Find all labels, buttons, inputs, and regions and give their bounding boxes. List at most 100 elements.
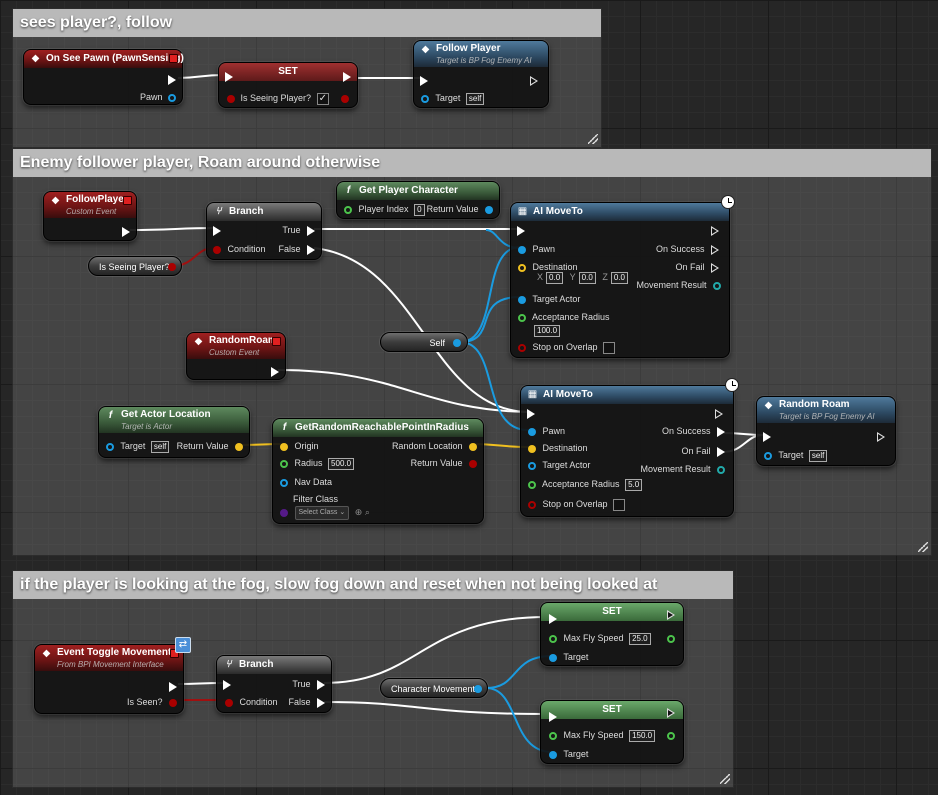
character-movement-var[interactable]: Character Movement: [380, 678, 488, 698]
origin-pin-icon[interactable]: [280, 442, 288, 451]
random-roam-event-node[interactable]: ◆ RandomRoam Custom Event: [186, 332, 286, 380]
on-fail-pin-icon[interactable]: [711, 262, 721, 273]
pawn-pin-icon[interactable]: [518, 245, 526, 254]
exec-in-pin-icon[interactable]: [549, 711, 557, 722]
radius-pin-icon[interactable]: [280, 459, 288, 468]
select-class-dropdown[interactable]: Select Class ⌄: [294, 505, 350, 520]
z-value[interactable]: 0.0: [610, 271, 628, 284]
float-pin-icon[interactable]: [549, 731, 557, 740]
follow-player-event-node[interactable]: ◆ FollowPlayer Custom Event: [43, 191, 137, 241]
target-actor-pin-icon[interactable]: [518, 295, 526, 304]
exec-out-pin-icon[interactable]: [711, 225, 721, 236]
set-is-seeing-node[interactable]: SET Is Seeing Player?: [218, 62, 358, 108]
acceptance-value[interactable]: 100.0: [534, 324, 561, 337]
bool-pin-icon[interactable]: [528, 500, 536, 509]
on-success-pin-icon[interactable]: [711, 244, 721, 255]
int-pin-icon[interactable]: [344, 205, 352, 214]
destination-pin-icon[interactable]: [528, 444, 536, 453]
acceptance-value[interactable]: 5.0: [625, 478, 643, 491]
toggle-movement-event-node[interactable]: ◆ Event Toggle Movement From BPI Movemen…: [34, 637, 191, 714]
float-pin-icon[interactable]: [549, 634, 557, 643]
on-success-pin-icon[interactable]: [717, 426, 725, 437]
float-pin-icon[interactable]: [528, 480, 536, 489]
false-exec-pin-icon[interactable]: [307, 244, 315, 255]
exec-in-pin-icon[interactable]: [549, 613, 557, 624]
on-see-pawn-node[interactable]: ◆ On See Pawn (PawnSensing) Pawn: [23, 49, 184, 105]
result-pin-icon[interactable]: [717, 465, 725, 474]
exec-in-pin-icon[interactable]: [225, 71, 233, 82]
condition-pin-icon[interactable]: [213, 245, 221, 254]
delegate-pin-icon[interactable]: [123, 196, 132, 205]
exec-in-pin-icon[interactable]: [420, 75, 428, 86]
target-pin-icon[interactable]: [549, 653, 557, 662]
exec-out-pin-icon[interactable]: [877, 431, 887, 442]
exec-out-pin-icon[interactable]: [667, 609, 677, 620]
target-pin-icon[interactable]: [421, 94, 429, 103]
ai-moveto-node[interactable]: ▦ AI MoveTo Pawn On Success Destination …: [520, 378, 739, 517]
exec-in-pin-icon[interactable]: [763, 431, 771, 442]
float-pin-icon[interactable]: [518, 313, 526, 322]
bool-out-pin-icon[interactable]: [168, 263, 176, 271]
ai-moveto-node[interactable]: ▦ AI MoveTo Pawn On Success Destination …: [510, 195, 735, 358]
exec-out-pin-icon[interactable]: [168, 74, 176, 85]
set-max-fly-speed-node[interactable]: SET Max Fly Speed 150.0 Target: [540, 700, 684, 764]
delegate-pin-icon[interactable]: [272, 337, 281, 346]
component-out-pin-icon[interactable]: [474, 685, 482, 693]
branch-node[interactable]: ⑂ Branch True Condition False: [216, 655, 332, 713]
exec-out-pin-icon[interactable]: [169, 681, 177, 692]
bool-checkbox[interactable]: [316, 92, 329, 106]
get-random-point-node[interactable]: f GetRandomReachablePointInRadius Origin…: [272, 418, 484, 524]
stop-overlap-checkbox[interactable]: [603, 341, 616, 354]
self-var[interactable]: Self: [380, 332, 468, 352]
get-player-character-node[interactable]: f Get Player Character Player Index 0 Re…: [336, 181, 500, 219]
exec-out-pin-icon[interactable]: [530, 75, 540, 86]
bool-out-pin-icon[interactable]: [341, 94, 349, 103]
return-pin-icon[interactable]: [469, 459, 477, 468]
exec-in-pin-icon[interactable]: [213, 225, 221, 236]
pawn-pin-icon[interactable]: [528, 427, 536, 436]
delegate-pin-icon[interactable]: [169, 54, 178, 63]
follow-player-call-node[interactable]: ◆ Follow Player Target is BP Fog Enemy A…: [413, 40, 549, 108]
pawn-pin-icon[interactable]: [168, 93, 176, 102]
condition-pin-icon[interactable]: [225, 698, 233, 707]
x-value[interactable]: 0.0: [546, 271, 564, 284]
exec-in-pin-icon[interactable]: [527, 408, 535, 419]
exec-out-pin-icon[interactable]: [667, 707, 677, 718]
y-value[interactable]: 0.0: [578, 271, 596, 284]
target-pin-icon[interactable]: [106, 442, 114, 451]
exec-in-pin-icon[interactable]: [517, 225, 525, 236]
exec-out-pin-icon[interactable]: [715, 408, 725, 419]
player-index-value[interactable]: 0: [414, 203, 425, 216]
false-exec-pin-icon[interactable]: [317, 697, 325, 708]
return-pin-icon[interactable]: [485, 205, 493, 214]
target-pin-icon[interactable]: [764, 451, 772, 460]
is-seeing-player-var[interactable]: Is Seeing Player?: [88, 256, 182, 276]
bool-out-pin-icon[interactable]: [169, 698, 177, 707]
float-out-pin-icon[interactable]: [667, 731, 675, 740]
true-exec-pin-icon[interactable]: [317, 679, 325, 690]
nav-data-pin-icon[interactable]: [280, 478, 288, 487]
exec-in-pin-icon[interactable]: [223, 679, 231, 690]
bool-pin-icon[interactable]: [518, 343, 526, 352]
radius-value[interactable]: 500.0: [328, 457, 355, 470]
self-out-pin-icon[interactable]: [453, 339, 461, 347]
speed-value[interactable]: 150.0: [629, 729, 656, 742]
result-pin-icon[interactable]: [713, 281, 721, 290]
target-pin-icon[interactable]: [549, 750, 557, 759]
target-actor-pin-icon[interactable]: [528, 461, 536, 470]
stop-overlap-checkbox[interactable]: [613, 498, 626, 511]
vector-pin-icon[interactable]: [518, 263, 526, 272]
float-out-pin-icon[interactable]: [667, 634, 675, 643]
exec-out-pin-icon[interactable]: [122, 226, 130, 237]
exec-out-pin-icon[interactable]: [343, 71, 351, 82]
browse-icon[interactable]: ⊕: [355, 507, 363, 517]
true-exec-pin-icon[interactable]: [307, 225, 315, 236]
class-pin-icon[interactable]: [280, 508, 288, 517]
get-actor-location-node[interactable]: f Get Actor Location Target is Actor Tar…: [98, 406, 250, 458]
exec-out-pin-icon[interactable]: [271, 366, 279, 377]
speed-value[interactable]: 25.0: [629, 632, 651, 645]
branch-node[interactable]: ⑂ Branch True Condition False: [206, 202, 322, 260]
random-roam-call-node[interactable]: ◆ Random Roam Target is BP Fog Enemy AI …: [756, 396, 896, 466]
return-pin-icon[interactable]: [235, 442, 243, 451]
on-fail-pin-icon[interactable]: [717, 446, 725, 457]
